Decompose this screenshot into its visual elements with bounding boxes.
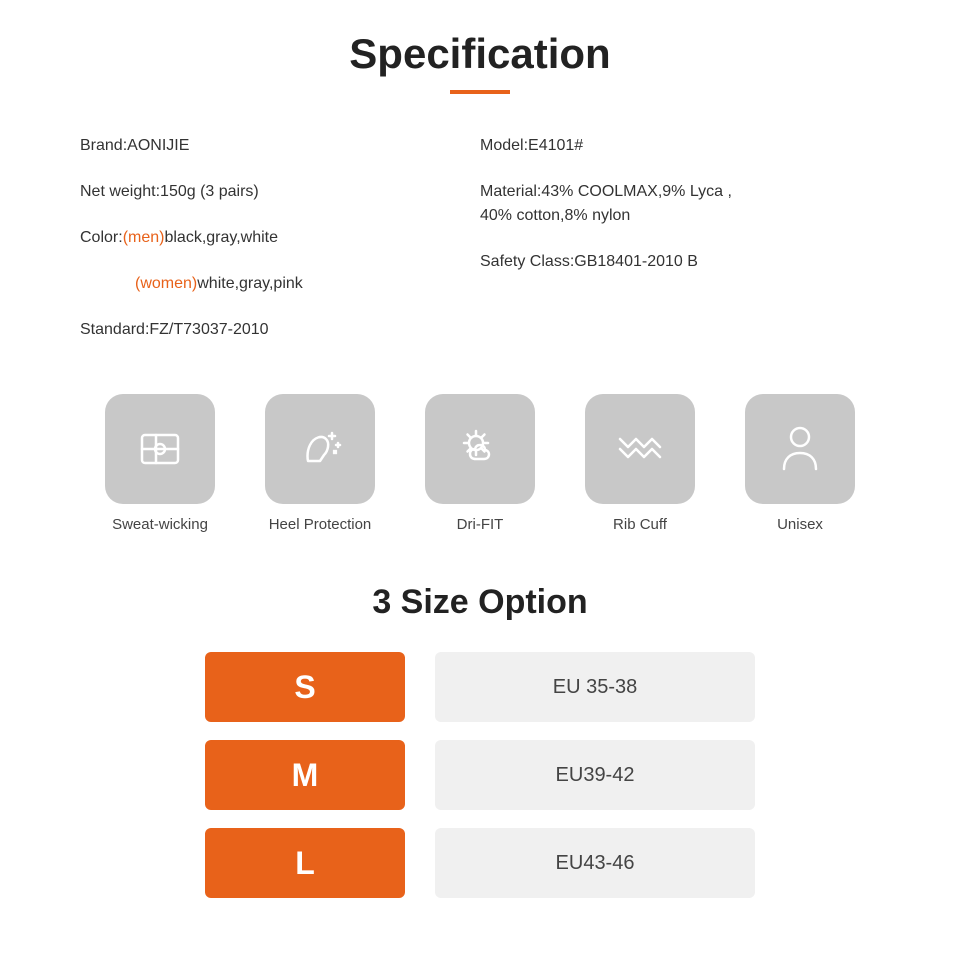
size-section: 3 Size Option S EU 35-38 M EU39-42 L EU4… bbox=[60, 583, 900, 898]
heel-protection-label: Heel Protection bbox=[269, 516, 372, 533]
specs-right: Model:E4101# Material:43% COOLMAX,9% Lyc… bbox=[480, 134, 880, 364]
title-section: Specification bbox=[60, 30, 900, 94]
size-range-s: EU 35-38 bbox=[435, 652, 755, 722]
features-section: Sweat-wicking Heel Protection bbox=[60, 394, 900, 533]
size-badge-m: M bbox=[205, 740, 405, 810]
specs-left: Brand:AONIJIE Net weight:150g (3 pairs) … bbox=[80, 134, 480, 364]
page-container: Specification Brand:AONIJIE Net weight:1… bbox=[0, 0, 960, 948]
spec-standard: Standard:FZ/T73037-2010 bbox=[80, 318, 480, 342]
page-title: Specification bbox=[60, 30, 900, 78]
sweat-wicking-icon-box bbox=[105, 394, 215, 504]
size-range-l: EU43-46 bbox=[435, 828, 755, 898]
heel-protection-icon-box bbox=[265, 394, 375, 504]
rib-cuff-icon-box bbox=[585, 394, 695, 504]
title-underline bbox=[450, 90, 510, 94]
feature-heel-protection: Heel Protection bbox=[255, 394, 385, 533]
size-rows: S EU 35-38 M EU39-42 L EU43-46 bbox=[60, 652, 900, 898]
dri-fit-icon bbox=[448, 417, 512, 481]
spec-weight: Net weight:150g (3 pairs) bbox=[80, 180, 480, 204]
unisex-icon bbox=[768, 417, 832, 481]
size-badge-l: L bbox=[205, 828, 405, 898]
spec-brand: Brand:AONIJIE bbox=[80, 134, 480, 158]
feature-dri-fit: Dri-FIT bbox=[415, 394, 545, 533]
color-women-orange: (women) bbox=[135, 275, 197, 292]
size-row-l: L EU43-46 bbox=[205, 828, 755, 898]
rib-cuff-label: Rib Cuff bbox=[613, 516, 667, 533]
spec-model: Model:E4101# bbox=[480, 134, 880, 158]
dri-fit-label: Dri-FIT bbox=[457, 516, 504, 533]
size-row-m: M EU39-42 bbox=[205, 740, 755, 810]
dri-fit-icon-box bbox=[425, 394, 535, 504]
heel-protection-icon bbox=[288, 417, 352, 481]
feature-unisex: Unisex bbox=[735, 394, 865, 533]
size-title: 3 Size Option bbox=[60, 583, 900, 622]
spec-safety: Safety Class:GB18401-2010 B bbox=[480, 250, 880, 274]
spec-color-men: Color:(men)black,gray,white bbox=[80, 226, 480, 250]
size-badge-s: S bbox=[205, 652, 405, 722]
feature-rib-cuff: Rib Cuff bbox=[575, 394, 705, 533]
spec-material: Material:43% COOLMAX,9% Lyca , 40% cotto… bbox=[480, 180, 880, 228]
unisex-label: Unisex bbox=[777, 516, 823, 533]
size-range-m: EU39-42 bbox=[435, 740, 755, 810]
unisex-icon-box bbox=[745, 394, 855, 504]
specs-section: Brand:AONIJIE Net weight:150g (3 pairs) … bbox=[60, 134, 900, 364]
rib-cuff-icon bbox=[608, 417, 672, 481]
feature-sweat-wicking: Sweat-wicking bbox=[95, 394, 225, 533]
spec-color-women: (women)white,gray,pink bbox=[135, 272, 480, 296]
sweat-wicking-icon bbox=[128, 417, 192, 481]
size-row-s: S EU 35-38 bbox=[205, 652, 755, 722]
color-men-orange: (men) bbox=[123, 229, 165, 246]
sweat-wicking-label: Sweat-wicking bbox=[112, 516, 208, 533]
